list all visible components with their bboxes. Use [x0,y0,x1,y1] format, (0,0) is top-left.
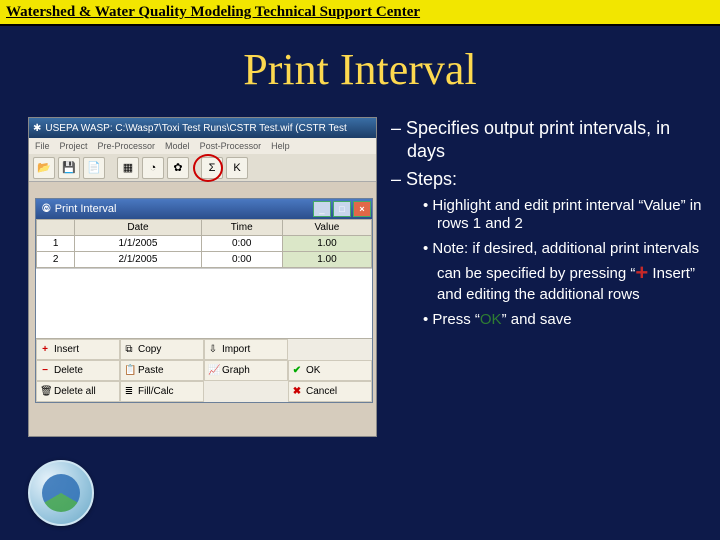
save-icon[interactable]: 💾 [58,157,80,179]
graph-button[interactable]: 📈Graph [204,360,288,381]
app-menubar[interactable]: File Project Pre-Processor Model Post-Pr… [29,138,376,154]
row-value[interactable]: 1.00 [282,236,371,252]
insert-plus-accent: + [635,260,648,285]
app-screenshot: ✱ USEPA WASP: C:\Wasp7\Toxi Test Runs\CS… [28,117,377,437]
app-title-text: USEPA WASP: C:\Wasp7\Toxi Test Runs\CSTR… [45,123,346,134]
plus-icon: + [40,344,50,355]
org-topbar-label: Watershed & Water Quality Modeling Techn… [6,4,420,21]
col-date: Date [75,220,201,236]
step-2: Note: if desired, additional print inter… [423,240,710,305]
table-row[interactable]: 2 2/1/2005 0:00 1.00 [37,252,372,268]
cancel-button[interactable]: ✖Cancel [288,381,372,402]
dialog-icon: 🞋 [42,203,51,216]
ok-button[interactable]: ✔OK [288,360,372,381]
row-time[interactable]: 0:00 [201,252,282,268]
copy-button[interactable]: ⧉Copy [120,339,204,360]
fill-button[interactable]: ≣Fill/Calc [120,381,204,402]
deleteall-button[interactable]: 🗑Delete all [36,381,120,402]
step-1: Highlight and edit print interval “Value… [423,197,710,235]
sigma-icon[interactable]: Σ [201,157,223,179]
minimize-icon[interactable]: _ [313,201,331,217]
clock-icon[interactable]: ◔ [142,157,164,179]
dialog-title-text: Print Interval [55,203,117,215]
app-icon: ✱ [33,123,41,134]
row-value[interactable]: 1.00 [282,252,371,268]
menu-preprocessor[interactable]: Pre-Processor [98,141,156,151]
maximize-icon[interactable]: □ [333,201,351,217]
print-interval-dialog: 🞋 Print Interval _ □ × Date Time Value 1 [35,198,373,403]
row-date[interactable]: 2/1/2005 [75,252,201,268]
fill-icon: ≣ [124,386,134,397]
note-line-2: Steps: [391,168,710,191]
menu-project[interactable]: Project [60,141,88,151]
close-icon[interactable]: × [353,201,371,217]
delete-button[interactable]: −Delete [36,360,120,381]
col-index [37,220,75,236]
k-icon[interactable]: K [226,157,248,179]
epa-logo-inner [42,474,80,512]
x-icon: ✖ [292,386,302,397]
menu-postprocessor[interactable]: Post-Processor [200,141,262,151]
org-topbar: Watershed & Water Quality Modeling Techn… [0,0,720,26]
minus-icon: − [40,365,50,376]
note-line-1: Specifies output print intervals, in day… [391,117,710,162]
graph-icon: 📈 [208,365,218,376]
step-3: Press “OK” and save [423,311,710,330]
paste-icon: 📋 [124,365,134,376]
row-index: 1 [37,236,75,252]
col-time: Time [201,220,282,236]
table-icon[interactable]: ▦ [117,157,139,179]
interval-table[interactable]: Date Time Value 1 1/1/2005 0:00 1.00 2 2… [36,219,372,268]
table-row[interactable]: 1 1/1/2005 0:00 1.00 [37,236,372,252]
gear-icon[interactable]: ✿ [167,157,189,179]
table-header-row: Date Time Value [37,220,372,236]
col-value: Value [282,220,371,236]
trash-icon: 🗑 [40,386,50,397]
slide-title: Print Interval [0,44,720,95]
row-date[interactable]: 1/1/2005 [75,236,201,252]
epa-logo [28,460,94,526]
insert-button[interactable]: +Insert [36,339,120,360]
copy-icon: ⧉ [124,344,134,355]
paste-button[interactable]: 📋Paste [120,360,204,381]
dialog-button-bar: +Insert ⧉Copy ⇩Import −Delete 📋Paste 📈Gr… [36,338,372,402]
slide-notes: Specifies output print intervals, in day… [391,117,710,336]
import-button[interactable]: ⇩Import [204,339,288,360]
menu-model[interactable]: Model [165,141,190,151]
dialog-titlebar: 🞋 Print Interval _ □ × [36,199,372,219]
menu-file[interactable]: File [35,141,50,151]
folder-open-icon[interactable]: 📂 [33,157,55,179]
app-toolbar: 📂 💾 📄 ▦ ◔ ✿ Σ K [29,154,376,182]
app-window-titlebar: ✱ USEPA WASP: C:\Wasp7\Toxi Test Runs\CS… [29,118,376,138]
import-icon: ⇩ [208,344,218,355]
row-index: 2 [37,252,75,268]
new-page-icon[interactable]: 📄 [83,157,105,179]
check-icon: ✔ [292,365,302,376]
row-time[interactable]: 0:00 [201,236,282,252]
ok-accent: OK [480,311,502,328]
menu-help[interactable]: Help [271,141,290,151]
